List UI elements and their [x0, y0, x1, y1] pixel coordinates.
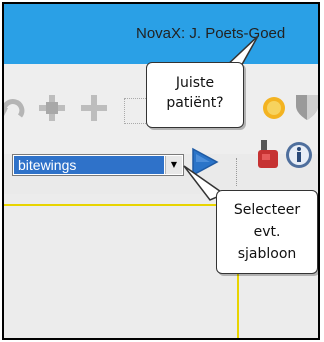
callout-select-template: Selecteer evt. sjabloon: [216, 190, 318, 274]
tools-icon[interactable]: [256, 138, 280, 172]
shield-icon[interactable]: [294, 92, 320, 122]
toolbar-separator: [236, 158, 238, 186]
template-select-value: bitewings: [14, 156, 164, 174]
crosshair-icon[interactable]: [36, 92, 68, 124]
callout-patient-check: Juiste patiënt?: [146, 62, 244, 128]
title-bar: NovaX: J. Poets-Goed: [4, 4, 318, 64]
info-icon[interactable]: [284, 140, 314, 170]
cross-icon[interactable]: [78, 92, 110, 124]
app-window: NovaX: J. Poets-Goed bitewings ▼ Juiste …: [2, 2, 320, 340]
window-title: NovaX: J. Poets-Goed: [136, 25, 286, 42]
undo-icon[interactable]: [2, 94, 28, 124]
template-select[interactable]: bitewings ▼: [12, 154, 184, 176]
sun-icon[interactable]: [260, 94, 288, 122]
